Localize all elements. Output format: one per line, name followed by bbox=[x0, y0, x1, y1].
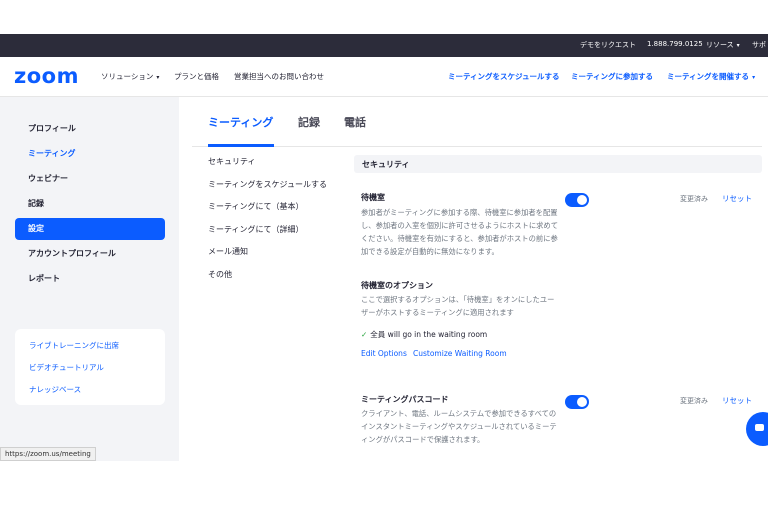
passcode-changed-label: 変更済み bbox=[680, 397, 708, 405]
browser-viewport: デモをリクエスト 1.888.799.0125 リソース ▾ サポ zoom ソリ… bbox=[0, 34, 768, 461]
waiting-room-title: 待機室 bbox=[361, 193, 385, 202]
meeting-passcode-toggle[interactable] bbox=[565, 395, 589, 409]
status-bar-url: https://zoom.us/meeting bbox=[0, 447, 96, 461]
sidebar-item-profile[interactable]: プロフィール bbox=[15, 118, 165, 140]
chevron-down-icon: ▾ bbox=[736, 42, 740, 49]
video-tutorials-link[interactable]: ビデオチュートリアル bbox=[29, 362, 104, 373]
meeting-passcode-description: クライアント、電話、ルームシステムで参加できるすべてのインスタントミーティングや… bbox=[361, 409, 557, 444]
phone-number[interactable]: 1.888.799.0125 bbox=[647, 40, 703, 48]
chevron-down-icon: ▾ bbox=[156, 74, 160, 81]
tab-telephone[interactable]: 電話 bbox=[344, 114, 366, 130]
waiting-room-description: 参加者がミーティングに参加する際、待機室に参加者を配置し、参加者の入室を個別に許… bbox=[361, 208, 559, 256]
section-title: セキュリティ bbox=[362, 160, 410, 169]
active-tab-indicator bbox=[208, 144, 274, 147]
waiting-room-options-description: ここで選択するオプションは、「待機室」をオンにしたユーザーがホストするミーティン… bbox=[361, 295, 555, 317]
sidebar: プロフィール ミーティング ウェビナー 記録 設定 アカウントプロフィール レポ… bbox=[0, 97, 179, 461]
waiting-room-reset-link[interactable]: リセット bbox=[722, 193, 752, 204]
sidebar-item-meetings[interactable]: ミーティング bbox=[15, 143, 165, 165]
waiting-room-toggle[interactable] bbox=[565, 193, 589, 207]
live-training-link[interactable]: ライブトレーニングに出席 bbox=[29, 340, 119, 351]
sidebar-item-reports[interactable]: レポート bbox=[15, 268, 165, 290]
option-text: will go in the waiting room bbox=[385, 330, 488, 339]
submenu-schedule-meeting[interactable]: ミーティングをスケジュールする bbox=[208, 179, 327, 190]
nav-plans-pricing[interactable]: プランと価格 bbox=[174, 71, 219, 82]
option-everyone: 全員 bbox=[370, 330, 386, 339]
join-meeting-link[interactable]: ミーティングに参加する bbox=[571, 71, 653, 82]
host-meeting-menu[interactable]: ミーティングを開催する ▾ bbox=[667, 71, 755, 82]
top-utility-bar: デモをリクエスト 1.888.799.0125 リソース ▾ サポ bbox=[0, 34, 768, 57]
support-menu[interactable]: サポ bbox=[752, 40, 766, 50]
resources-menu[interactable]: リソース ▾ bbox=[706, 40, 740, 50]
checkmark-icon: ✓ bbox=[361, 330, 368, 339]
host-meeting-label: ミーティングを開催する bbox=[667, 72, 750, 81]
meeting-passcode-title: ミーティングパスコード bbox=[361, 395, 449, 404]
tab-meetings[interactable]: ミーティング bbox=[208, 114, 273, 130]
edit-options-link[interactable]: Edit Options bbox=[361, 349, 407, 358]
knowledge-base-link[interactable]: ナレッジベース bbox=[29, 384, 81, 395]
tabs-divider bbox=[192, 146, 762, 147]
nav-solutions-label: ソリューション bbox=[101, 72, 154, 81]
sidebar-item-webinars[interactable]: ウェビナー bbox=[15, 168, 165, 190]
chat-support-button[interactable] bbox=[746, 412, 768, 446]
waiting-room-options-title: 待機室のオプション bbox=[361, 281, 433, 290]
request-demo-link[interactable]: デモをリクエスト bbox=[580, 40, 636, 50]
submenu-other[interactable]: その他 bbox=[208, 269, 232, 280]
submenu-security[interactable]: セキュリティ bbox=[208, 156, 256, 167]
section-header: セキュリティ bbox=[354, 155, 762, 173]
sidebar-item-settings[interactable]: 設定 bbox=[15, 218, 165, 240]
chevron-down-icon: ▾ bbox=[752, 74, 756, 81]
waiting-room-option-summary: ✓ 全員 will go in the waiting room bbox=[361, 329, 487, 340]
waiting-room-changed-label: 変更済み bbox=[680, 195, 708, 203]
submenu-in-meeting-advanced[interactable]: ミーティングにて（詳細） bbox=[208, 224, 304, 235]
submenu-email-notification[interactable]: メール通知 bbox=[208, 246, 248, 257]
schedule-meeting-link[interactable]: ミーティングをスケジュールする bbox=[448, 71, 560, 82]
submenu-in-meeting-basic[interactable]: ミーティングにて（基本） bbox=[208, 201, 304, 212]
help-links-box: ライブトレーニングに出席 ビデオチュートリアル ナレッジベース bbox=[15, 329, 165, 405]
tab-recordings[interactable]: 記録 bbox=[298, 114, 320, 130]
main-header: zoom ソリューション ▾ プランと価格 営業担当へのお問い合わせ ミーティング… bbox=[0, 57, 768, 97]
resources-label: リソース bbox=[706, 41, 734, 49]
sidebar-item-recordings[interactable]: 記録 bbox=[15, 193, 165, 215]
zoom-logo[interactable]: zoom bbox=[14, 64, 79, 88]
passcode-reset-link[interactable]: リセット bbox=[722, 395, 752, 406]
customize-waiting-room-link[interactable]: Customize Waiting Room bbox=[413, 349, 507, 358]
sidebar-item-account-profile[interactable]: アカウントプロフィール bbox=[15, 243, 165, 265]
nav-solutions[interactable]: ソリューション ▾ bbox=[101, 71, 159, 82]
nav-contact-sales[interactable]: 営業担当へのお問い合わせ bbox=[234, 71, 324, 82]
